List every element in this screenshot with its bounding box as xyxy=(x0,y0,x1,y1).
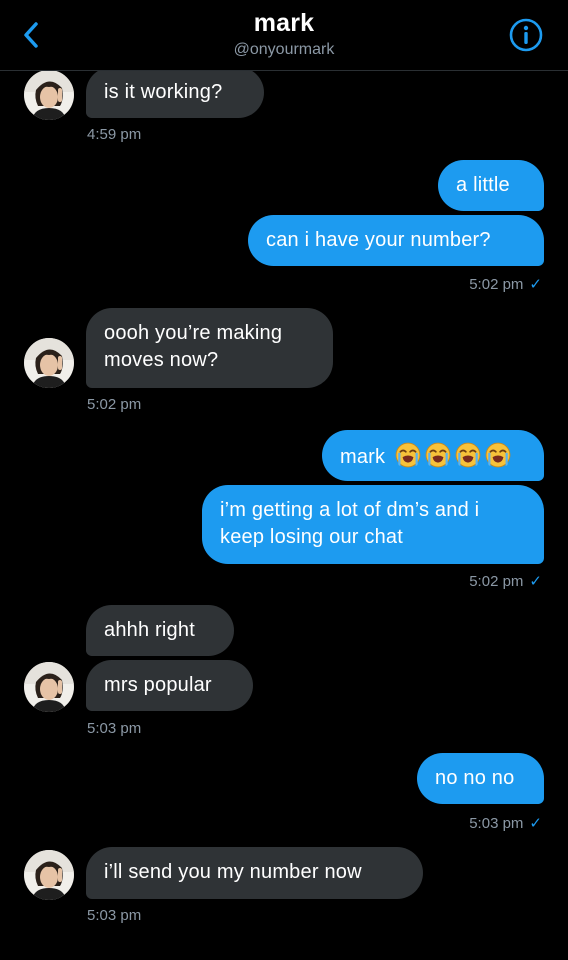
message-bubble-incoming[interactable]: i’ll send you my number now xyxy=(86,847,423,899)
message-timestamp: 5:03 pm ✓ xyxy=(469,814,542,832)
checkmark-icon: ✓ xyxy=(529,815,542,832)
message-bubble-incoming[interactable]: is it working? xyxy=(86,67,264,118)
loudly-crying-face-emoji xyxy=(395,442,421,468)
message-line: oooh you’re making xyxy=(104,322,283,344)
message-bubble-incoming[interactable]: mrs popular xyxy=(86,660,253,711)
avatar[interactable] xyxy=(24,850,74,900)
message-bubble-outgoing[interactable]: i’m getting a lot of dm’s and i keep los… xyxy=(202,485,544,564)
info-button[interactable] xyxy=(508,17,544,53)
loudly-crying-face-emoji xyxy=(455,442,481,468)
timestamp-text: 5:03 pm xyxy=(469,815,524,832)
loudly-crying-face-emoji xyxy=(485,442,511,468)
message-bubble-incoming[interactable]: ahhh right xyxy=(86,605,234,656)
message-timestamp: 5:03 pm xyxy=(87,907,142,924)
avatar[interactable] xyxy=(24,662,74,712)
message-bubble-outgoing[interactable]: no no no xyxy=(417,753,544,804)
message-bubble-outgoing[interactable]: mark xyxy=(322,430,544,481)
checkmark-icon: ✓ xyxy=(529,276,542,293)
message-line: moves now? xyxy=(104,349,219,371)
message-line: keep losing our chat xyxy=(220,526,404,548)
timestamp-text: 5:02 pm xyxy=(469,276,524,293)
message-text: mark xyxy=(340,446,386,468)
message-line: i’m getting a lot of dm’s and i xyxy=(220,499,480,521)
contact-handle: @onyourmark xyxy=(233,41,335,58)
message-timestamp: 4:59 pm xyxy=(87,126,142,143)
message-timestamp: 5:02 pm xyxy=(87,396,142,413)
avatar[interactable] xyxy=(24,70,74,120)
chat-header: mark @onyourmark xyxy=(0,0,568,71)
info-circle-icon xyxy=(509,18,543,52)
message-timestamp: 5:02 pm ✓ xyxy=(469,572,542,590)
avatar[interactable] xyxy=(24,338,74,388)
message-bubble-outgoing[interactable]: can i have your number? xyxy=(248,215,544,266)
contact-name[interactable]: mark xyxy=(0,9,568,38)
loudly-crying-face-emoji xyxy=(425,442,451,468)
message-timestamp: 5:03 pm xyxy=(87,720,142,737)
message-bubble-incoming[interactable]: oooh you’re making moves now? xyxy=(86,308,333,388)
checkmark-icon: ✓ xyxy=(529,573,542,590)
message-timestamp: 5:02 pm ✓ xyxy=(469,275,542,293)
message-bubble-outgoing[interactable]: a little xyxy=(438,160,544,211)
timestamp-text: 5:02 pm xyxy=(469,573,524,590)
